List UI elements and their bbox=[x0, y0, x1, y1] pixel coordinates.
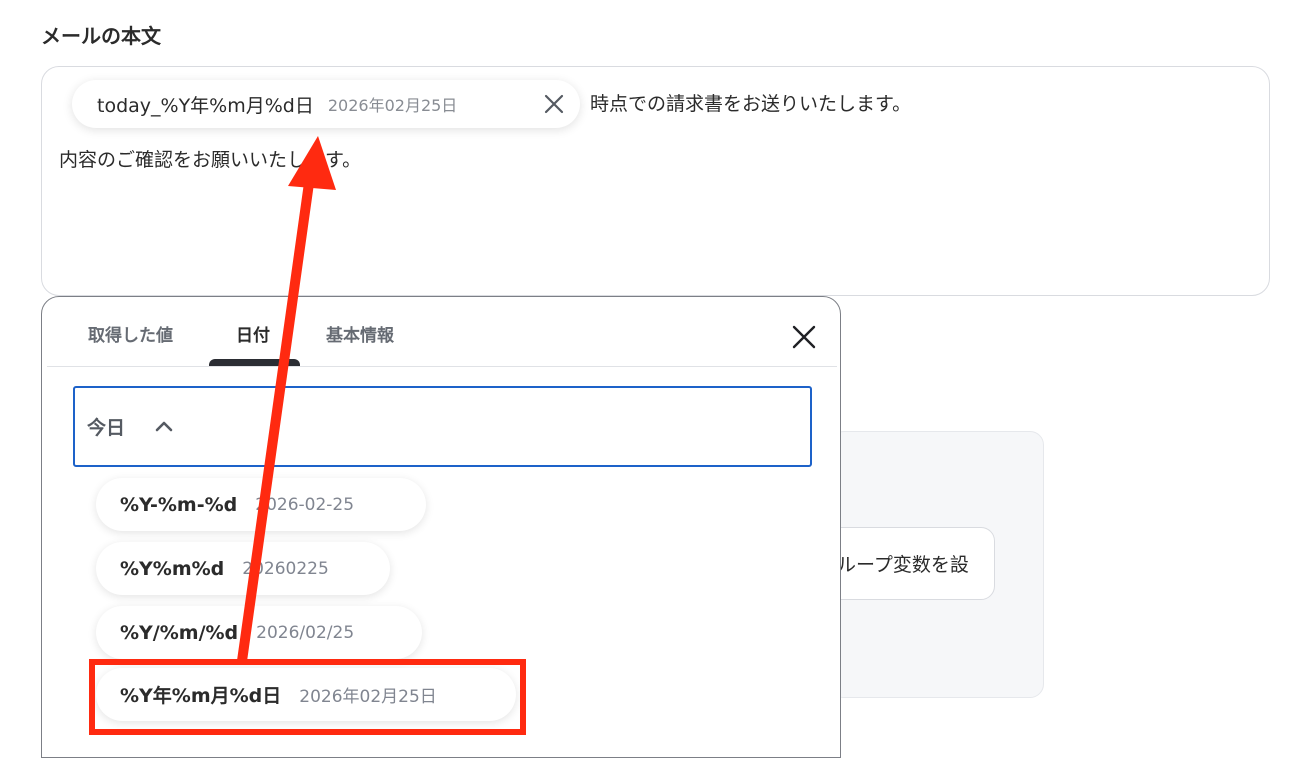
body-section-label: メールの本文 bbox=[41, 24, 161, 48]
date-format-option-format: %Y%m%d bbox=[120, 557, 225, 580]
tab-acquired-values[interactable]: 取得した値 bbox=[88, 321, 173, 346]
chevron-up-icon bbox=[155, 421, 173, 432]
variable-chip-value: 2026年02月25日 bbox=[327, 96, 458, 115]
highlight-box bbox=[89, 659, 526, 735]
tab-divider bbox=[47, 366, 837, 367]
date-format-option-value: 2026/02/25 bbox=[256, 622, 355, 643]
date-format-option-format: %Y-%m-%d bbox=[120, 493, 238, 516]
close-icon[interactable] bbox=[542, 92, 566, 116]
date-format-option[interactable]: %Y-%m-%d 2026-02-25 bbox=[96, 478, 426, 531]
date-format-option-value: 20260225 bbox=[242, 558, 329, 579]
tab-date[interactable]: 日付 bbox=[236, 321, 270, 346]
body-text-line-1: 時点での請求書をお送りいたします。 bbox=[590, 93, 912, 115]
date-format-option-format: %Y/%m/%d bbox=[120, 621, 239, 644]
body-text-line-2: 内容のご確認をお願いいたします。 bbox=[59, 149, 362, 171]
close-icon[interactable] bbox=[791, 324, 817, 350]
variable-chip[interactable]: today_%Y年%m月%d日 2026年02月25日 bbox=[72, 80, 580, 128]
date-format-option[interactable]: %Y%m%d 20260225 bbox=[96, 542, 390, 595]
date-range-select-label: 今日 bbox=[87, 417, 126, 439]
loop-variable-button-label: ループ変数を設 bbox=[837, 554, 969, 576]
date-range-select[interactable]: 今日 bbox=[73, 386, 812, 467]
loop-variable-button[interactable]: ループ変数を設 bbox=[830, 527, 995, 600]
date-format-option[interactable]: %Y/%m/%d 2026/02/25 bbox=[96, 606, 422, 659]
variable-chip-label: today_%Y年%m月%d日 bbox=[97, 94, 314, 117]
tab-basic-info[interactable]: 基本情報 bbox=[326, 321, 394, 346]
date-format-option-value: 2026-02-25 bbox=[255, 494, 355, 515]
